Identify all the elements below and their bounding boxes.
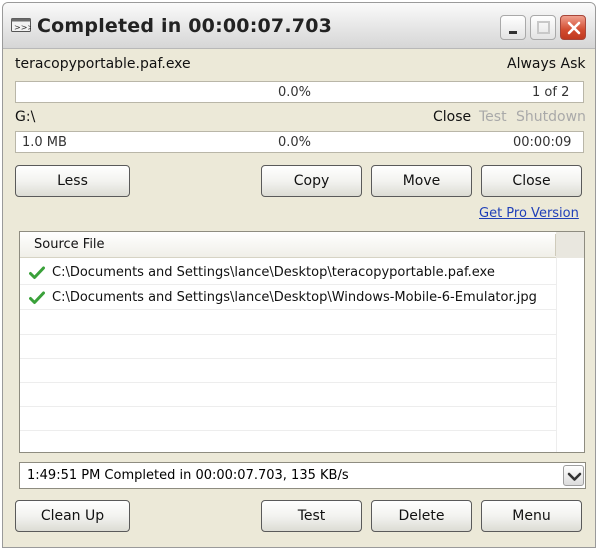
total-progress-percent: 0.0% [278, 135, 312, 150]
status-dropdown-button[interactable] [563, 465, 584, 486]
delete-button[interactable]: Delete [371, 500, 472, 532]
list-item-path: C:\Documents and Settings\lance\Desktop\… [52, 290, 537, 305]
test-button[interactable]: Test [261, 500, 362, 532]
teracopy-app-icon: >>> [11, 18, 31, 32]
source-file-name: teracopyportable.paf.exe [15, 56, 191, 72]
svg-text:>>>: >>> [14, 23, 31, 32]
chevron-down-icon [567, 472, 582, 481]
after-test-option[interactable]: Test [479, 109, 507, 125]
target-path: G:\ [15, 109, 36, 125]
column-source-file[interactable]: Source File [34, 237, 105, 252]
list-item[interactable]: C:\Documents and Settings\lance\Desktop\… [20, 287, 556, 310]
status-log-text: 1:49:51 PM Completed in 00:00:07.703, 13… [27, 468, 349, 483]
clean-up-button[interactable]: Clean Up [15, 500, 130, 532]
close-icon [567, 21, 581, 35]
empty-row [20, 408, 556, 431]
move-button[interactable]: Move [371, 165, 472, 197]
close-window-button[interactable] [560, 15, 586, 40]
empty-row [20, 360, 556, 383]
empty-row [20, 312, 556, 335]
list-item-path: C:\Documents and Settings\lance\Desktop\… [52, 265, 495, 280]
get-pro-link[interactable]: Get Pro Version [479, 206, 579, 221]
list-column-divider [556, 258, 557, 452]
empty-row [20, 336, 556, 359]
title-bar[interactable]: >>> Completed in 00:00:07.703 [3, 3, 595, 49]
file-progress-bar: 0.0% 1 of 2 [15, 81, 584, 103]
after-close-option[interactable]: Close [433, 109, 471, 125]
menu-button[interactable]: Menu [481, 500, 582, 532]
empty-row [20, 384, 556, 407]
after-shutdown-option[interactable]: Shutdown [516, 109, 586, 125]
total-size: 1.0 MB [22, 135, 67, 150]
window-title: Completed in 00:00:07.703 [37, 15, 333, 37]
file-count: 1 of 2 [532, 85, 570, 100]
status-log-combo[interactable]: 1:49:51 PM Completed in 00:00:07.703, 13… [19, 462, 586, 489]
minimize-button[interactable] [500, 15, 526, 40]
less-button[interactable]: Less [15, 165, 130, 197]
file-progress-percent: 0.0% [278, 85, 312, 100]
close-button[interactable]: Close [481, 165, 582, 197]
teracopy-window: >>> Completed in 00:00:07.703 teracopypo… [2, 2, 596, 548]
total-progress-bar: 1.0 MB 0.0% 00:00:09 [15, 131, 584, 153]
copy-button[interactable]: Copy [261, 165, 362, 197]
checkmark-icon [29, 291, 45, 304]
checkmark-icon [29, 266, 45, 279]
elapsed-time: 00:00:09 [513, 135, 572, 150]
file-list-header[interactable]: Source File [20, 232, 584, 258]
header-filler [556, 232, 584, 258]
minimize-icon [509, 31, 517, 34]
file-list[interactable]: Source File C:\Documents and Settings\la… [19, 231, 585, 453]
maximize-button[interactable] [530, 15, 556, 40]
list-item[interactable]: C:\Documents and Settings\lance\Desktop\… [20, 262, 556, 285]
maximize-icon [537, 21, 550, 34]
overwrite-mode-link[interactable]: Always Ask [507, 56, 586, 72]
